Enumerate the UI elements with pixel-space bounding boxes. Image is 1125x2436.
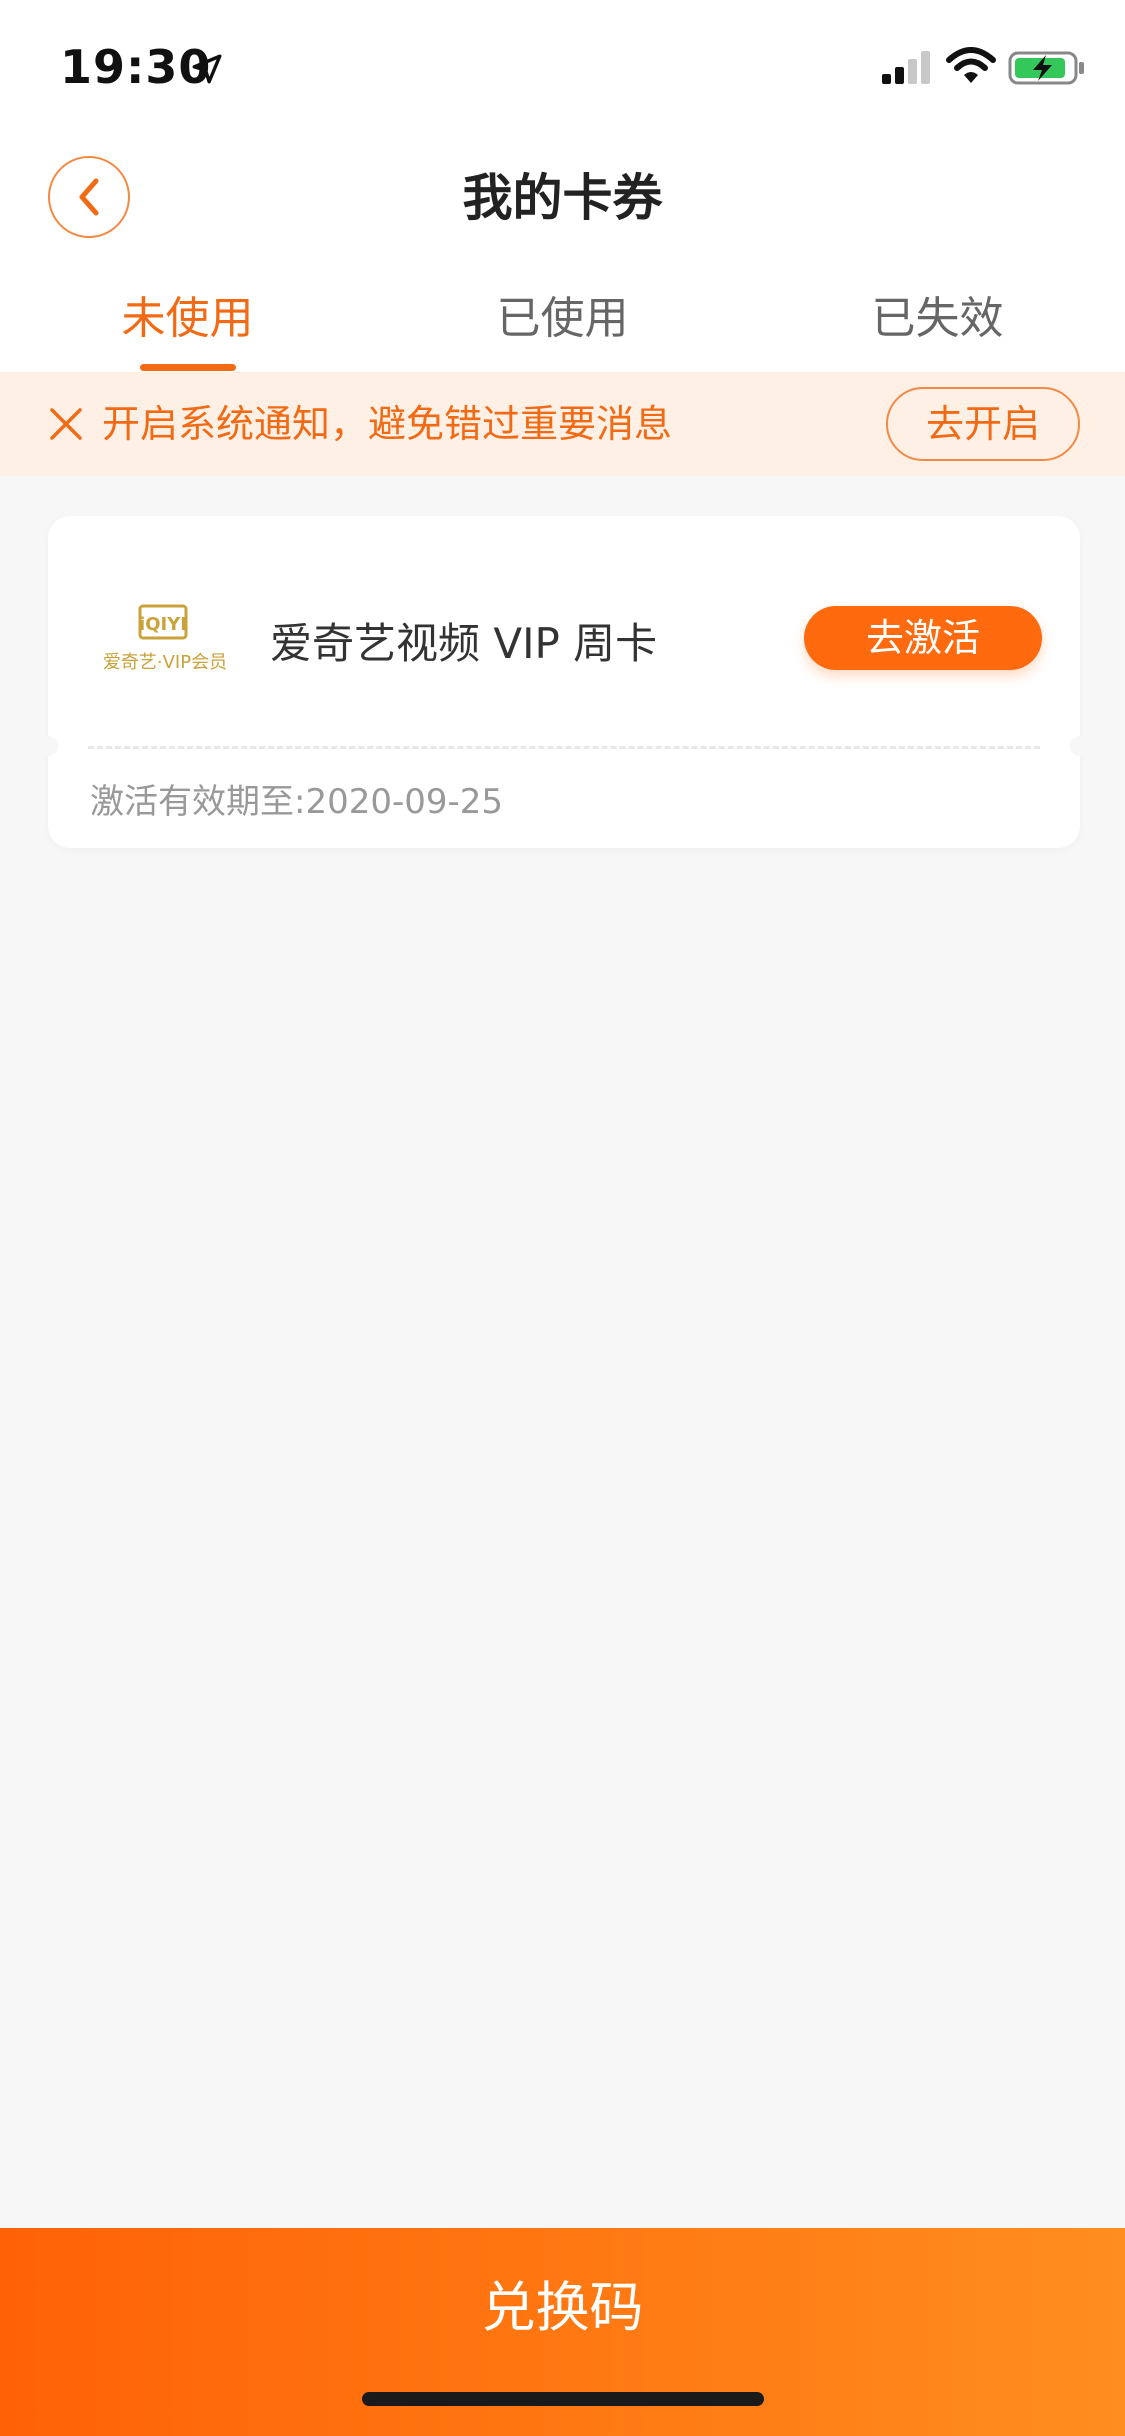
close-icon[interactable] <box>48 406 84 442</box>
enable-notifications-button[interactable]: 去开启 <box>886 387 1080 461</box>
tab-active-indicator <box>140 364 236 371</box>
bottom-bar: 兑换码 <box>0 2228 1125 2436</box>
location-arrow-icon <box>192 54 222 84</box>
coupon-notch-left <box>38 736 58 756</box>
coupon-expiry: 激活有效期至:2020-09-25 <box>90 782 504 822</box>
notification-banner: 开启系统通知，避免错过重要消息 去开启 <box>0 372 1125 476</box>
tab-bar: 未使用 已使用 已失效 <box>0 280 1125 372</box>
notification-banner-text: 开启系统通知，避免错过重要消息 <box>102 402 673 446</box>
battery-charging-icon <box>1008 51 1084 85</box>
iqiyi-vip-logo: iQIYI 爱奇艺·VIP会员 <box>103 604 227 673</box>
cellular-signal-icon <box>882 51 930 84</box>
status-bar: 19:30 <box>0 0 1125 132</box>
tab-used[interactable]: 已使用 <box>375 280 750 358</box>
tab-unused[interactable]: 未使用 <box>0 280 375 358</box>
home-indicator[interactable] <box>362 2392 764 2406</box>
coupon-title: 爱奇艺视频 VIP 周卡 <box>270 619 658 668</box>
page-title: 我的卡券 <box>462 169 663 227</box>
iqiyi-logo-mark: iQIYI <box>139 614 187 635</box>
redeem-code-button[interactable]: 兑换码 <box>0 2258 1125 2358</box>
tab-expired[interactable]: 已失效 <box>750 280 1125 358</box>
coupon-card[interactable]: iQIYI 爱奇艺·VIP会员 爱奇艺视频 VIP 周卡 去激活 激活有效期至:… <box>38 516 1090 848</box>
iqiyi-logo-text: 爱奇艺·VIP会员 <box>103 652 227 673</box>
coupon-dashed-divider <box>88 746 1040 749</box>
status-time: 19:30 <box>60 40 212 94</box>
activate-button[interactable]: 去激活 <box>804 606 1042 670</box>
wifi-icon <box>946 47 996 83</box>
coupon-notch-right <box>1070 736 1090 756</box>
